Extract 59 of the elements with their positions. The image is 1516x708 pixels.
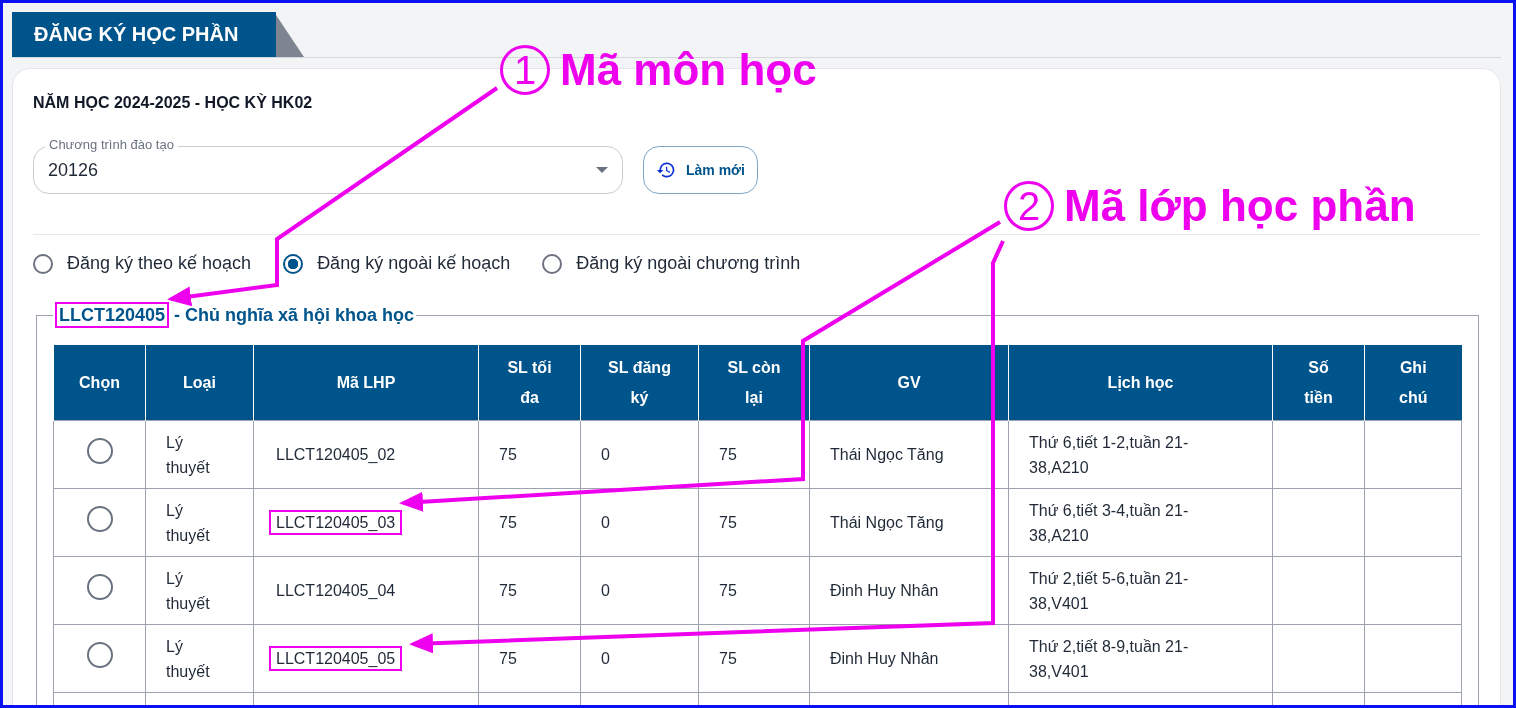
- table-cell: 75: [698, 420, 810, 489]
- column-header: SL đăng ký: [580, 345, 699, 421]
- table-cell: 75: [478, 488, 581, 557]
- annotation-number: 1: [500, 45, 550, 95]
- table-cell: Thứ 2,tiết 8-9,tuần 21-38,V401: [1008, 624, 1273, 693]
- table-cell: Thứ 6,tiết 1-2,tuần 21-38,A210: [1008, 420, 1273, 489]
- table-cell: LLCT120405_05: [253, 624, 479, 693]
- table-cell: 0: [580, 488, 699, 557]
- column-header: GV: [809, 345, 1009, 421]
- table-cell: 75: [698, 624, 810, 693]
- row-radio[interactable]: [86, 506, 113, 532]
- table-cell: Lý thuyết: [145, 624, 254, 693]
- table-cell: 75: [478, 556, 581, 625]
- table-cell: Thái Ngọc Tăng: [809, 488, 1009, 557]
- table-cell: LLCT120405_03: [253, 488, 479, 557]
- column-header: Ghi chú: [1364, 345, 1462, 421]
- table-cell: 75: [478, 420, 581, 489]
- select-label: Chương trình đào tạo: [45, 137, 178, 153]
- table-cell: 0: [580, 420, 699, 489]
- caret-icon: [596, 167, 608, 173]
- table-cell: 75: [478, 624, 581, 693]
- column-header: Mã LHP: [253, 345, 479, 421]
- row-radio[interactable]: [86, 642, 113, 668]
- tab-corner: [276, 15, 304, 57]
- registration-mode-radio[interactable]: Đăng ký ngoài kế hoạch: [283, 253, 511, 274]
- column-header: Số tiền: [1272, 345, 1365, 421]
- refresh-button[interactable]: Làm mới: [643, 146, 758, 194]
- table-cell: 0: [580, 624, 699, 693]
- table-cell: Lý thuyết: [145, 420, 254, 489]
- table-cell: LLCT120405_04: [253, 556, 479, 625]
- column-header: Chọn: [53, 345, 146, 421]
- table-cell: 75: [698, 488, 810, 557]
- table-cell: Lý thuyết: [145, 556, 254, 625]
- table-cell: Thái Ngọc Tăng: [809, 420, 1009, 489]
- column-header: SL tối đa: [478, 345, 581, 421]
- table-cell: Đinh Huy Nhân: [809, 624, 1009, 693]
- select-value: 20126: [48, 159, 99, 181]
- column-header: SL còn lại: [698, 345, 810, 421]
- table-cell: Thứ 6,tiết 3-4,tuần 21-38,A210: [1008, 488, 1273, 557]
- table-cell: LLCT120405_02: [253, 420, 479, 489]
- term-title: NĂM HỌC 2024-2025 - HỌC KỲ HK02: [33, 94, 314, 112]
- registration-mode-radio[interactable]: Đăng ký theo kế hoạch: [33, 253, 252, 274]
- annotation-label: Mã lớp học phần: [1064, 181, 1416, 231]
- row-radio[interactable]: [86, 574, 113, 600]
- table-cell: 0: [580, 556, 699, 625]
- column-header: Loại: [145, 345, 254, 421]
- annotation-number: 2: [1004, 181, 1054, 231]
- table-cell: 75: [698, 556, 810, 625]
- course-code: LLCT120405: [55, 302, 170, 328]
- course-title: LLCT120405 - Chủ nghĩa xã hội khoa học: [53, 305, 417, 326]
- table-cell: Đinh Huy Nhân: [809, 556, 1009, 625]
- table-cell: Thứ 2,tiết 5-6,tuần 21-38,V401: [1008, 556, 1273, 625]
- row-radio[interactable]: [86, 438, 113, 464]
- page-tab[interactable]: ĐĂNG KÝ HỌC PHẦN: [12, 12, 276, 57]
- registration-mode-radio[interactable]: Đăng ký ngoài chương trình: [542, 253, 801, 274]
- history-icon: [656, 160, 676, 180]
- annotation-label: Mã môn học: [560, 45, 817, 95]
- table-cell: Lý thuyết: [145, 488, 254, 557]
- column-header: Lịch học: [1008, 345, 1273, 421]
